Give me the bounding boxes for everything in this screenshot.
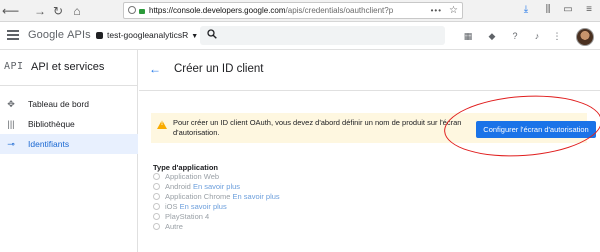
bookmark-star-icon[interactable]: ☆	[449, 3, 458, 18]
radio-ios[interactable]: iOS En savoir plus	[153, 202, 353, 212]
radio-circle[interactable]	[153, 223, 160, 230]
alert-icon[interactable]: ◆	[486, 30, 498, 42]
radio-circle[interactable]	[153, 203, 160, 210]
library-icon: |||	[7, 119, 15, 129]
learn-more-link[interactable]: En savoir plus	[233, 192, 280, 201]
sidebar-toggle-icon[interactable]: ▭	[561, 3, 575, 17]
back-arrow-icon[interactable]: ←	[149, 62, 161, 76]
warning-message: Pour créer un ID client OAuth, vous deve…	[173, 118, 462, 137]
radio-label: iOS	[165, 202, 178, 211]
gift-icon[interactable]: ▦	[462, 30, 474, 42]
sidebar-item-label: Identifiants	[28, 139, 70, 149]
radio-web-application[interactable]: Application Web	[153, 172, 353, 182]
chevron-down-icon: ▼	[191, 33, 199, 40]
radio-circle[interactable]	[153, 213, 160, 220]
forward-icon[interactable]: →	[32, 3, 48, 19]
back-icon[interactable]: ⟵	[2, 3, 19, 19]
download-icon[interactable]: ⤓	[519, 3, 533, 17]
logo-apis: APIs	[67, 29, 91, 41]
refresh-icon[interactable]: ↻	[50, 3, 66, 19]
search-icon	[207, 29, 217, 39]
radio-chrome-app[interactable]: Application Chrome En savoir plus	[153, 192, 353, 202]
radio-label: Autre	[165, 222, 183, 231]
radio-playstation-4[interactable]: PlayStation 4	[153, 212, 353, 222]
learn-more-link[interactable]: En savoir plus	[180, 202, 227, 211]
radio-circle[interactable]	[153, 183, 160, 190]
project-selector[interactable]: test-googleanalyticsR ▼	[96, 30, 198, 40]
notifications-icon[interactable]: ♪	[531, 30, 543, 42]
radio-label: Android	[165, 182, 191, 191]
divider	[0, 85, 138, 86]
warning-icon	[157, 120, 167, 129]
radio-other[interactable]: Autre	[153, 222, 353, 232]
lock-icon	[139, 9, 145, 14]
radio-label: PlayStation 4	[165, 212, 210, 221]
radio-android[interactable]: Android En savoir plus	[153, 182, 353, 192]
divider	[139, 90, 600, 91]
search-input[interactable]	[200, 26, 445, 45]
sidebar-header: API API et services	[0, 58, 138, 80]
avatar[interactable]	[576, 28, 594, 46]
sidebar-item-credentials[interactable]: ⊸ Identifiants	[0, 134, 138, 154]
project-name: test-googleanalyticsR	[107, 30, 189, 40]
help-icon[interactable]: ?	[509, 30, 521, 42]
info-icon[interactable]	[128, 6, 136, 14]
page-actions-icon[interactable]: •••	[431, 3, 442, 18]
sidebar-item-library[interactable]: ||| Bibliothèque	[0, 114, 138, 134]
sidebar-item-dashboard[interactable]: ✥ Tableau de bord	[0, 94, 138, 114]
library-icon[interactable]: ⫼	[541, 3, 555, 17]
project-icon	[96, 32, 103, 39]
radio-label: Application Chrome	[165, 192, 231, 201]
learn-more-link[interactable]: En savoir plus	[193, 182, 240, 191]
sidebar-title: API et services	[31, 61, 105, 73]
radio-circle[interactable]	[153, 193, 160, 200]
sidebar: API API et services ✥ Tableau de bord ||…	[0, 50, 138, 252]
address-bar[interactable]: https://console.developers.google.com/ap…	[123, 2, 463, 19]
menu-icon[interactable]: ≡	[582, 3, 596, 17]
radio-label: Application Web	[165, 172, 220, 181]
url-domain: https://console.developers.google.com	[149, 6, 286, 15]
app-header: Google APIs test-googleanalyticsR ▼ ▦ ◆ ? …	[0, 22, 600, 50]
hamburger-menu-icon[interactable]	[7, 30, 19, 40]
sidebar-item-label: Bibliothèque	[28, 119, 75, 129]
logo-google: Google	[28, 29, 65, 41]
api-badge: API	[4, 61, 24, 72]
url-path: /apis/credentials/oauthclient?p	[285, 6, 394, 15]
key-icon: ⊸	[7, 139, 15, 149]
page-title: Créer un ID client	[174, 63, 264, 75]
google-apis-logo[interactable]: Google APIs	[28, 29, 91, 41]
main-content: ← Créer un ID client Pour créer un ID cl…	[139, 50, 600, 252]
radio-circle[interactable]	[153, 173, 160, 180]
app-type-label: Type d'application	[153, 163, 218, 172]
home-icon[interactable]: ⌂	[69, 3, 85, 19]
more-vert-icon[interactable]: ⋮	[551, 30, 563, 42]
sidebar-item-label: Tableau de bord	[28, 99, 89, 109]
annotation-circle	[442, 90, 600, 162]
browser-toolbar: ⟵ → ↻ ⌂ https://console.developers.googl…	[0, 0, 600, 22]
dashboard-icon: ✥	[7, 99, 15, 109]
